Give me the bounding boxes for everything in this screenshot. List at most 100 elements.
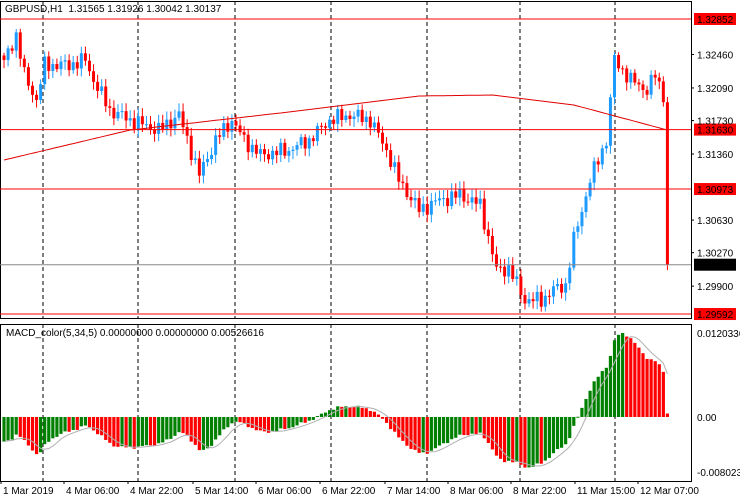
macd-histogram-bar (555, 417, 560, 450)
macd-histogram-bar (83, 417, 87, 426)
macd-histogram-bar (665, 413, 670, 417)
candle-body (580, 211, 584, 227)
candle-body (385, 143, 389, 151)
candle-body (645, 89, 649, 95)
candle-body (523, 295, 527, 304)
candle-body (242, 132, 246, 135)
macd-histogram-bar (87, 417, 92, 428)
candle-body (372, 122, 376, 128)
macd-histogram-bar (14, 417, 18, 435)
macd-histogram-bar (193, 417, 197, 445)
candle-body (10, 48, 14, 51)
macd-panel-frame (0, 324, 692, 482)
candle-body (79, 53, 83, 69)
macd-histogram-bar (226, 417, 230, 428)
macd-zero-label: 0.00 (697, 413, 717, 424)
candle-body (234, 120, 238, 126)
macd-histogram-bar (543, 417, 547, 461)
macd-histogram-bar (242, 417, 246, 423)
macd-histogram-bar (205, 417, 210, 449)
macd-histogram-bar (51, 417, 55, 439)
candle-body (515, 276, 519, 279)
macd-histogram-bar (649, 359, 653, 417)
candle-body (51, 64, 55, 71)
candle-body (238, 125, 242, 133)
macd-histogram-bar (360, 407, 364, 417)
candle-body (116, 111, 120, 119)
macd-histogram-bar (616, 334, 621, 417)
macd-histogram-bar (165, 417, 169, 440)
macd-histogram-bar (214, 417, 218, 440)
macd-histogram-bar (490, 417, 494, 450)
candle-body (291, 149, 295, 152)
candle-body (299, 137, 303, 146)
candle-body (405, 183, 409, 198)
macd-histogram-bar (559, 417, 564, 448)
macd-histogram-bar (612, 340, 617, 417)
candle-body (22, 58, 26, 68)
candle-body (100, 86, 104, 91)
candle-body (336, 109, 340, 124)
macd-histogram-bar (18, 417, 22, 437)
candle-body (401, 181, 405, 184)
time-axis-label: 8 Mar 22:00 (513, 486, 567, 497)
macd-histogram-bar (79, 417, 83, 427)
candle-body (132, 118, 136, 130)
candle-body (360, 109, 364, 123)
time-axis-label: 8 Mar 06:00 (450, 486, 504, 497)
macd-histogram-bar (238, 417, 242, 423)
level-price-label: 1.30973 (697, 185, 734, 196)
candle-body (173, 117, 177, 129)
candle-body (478, 198, 482, 204)
macd-histogram-bar (120, 417, 124, 447)
macd-histogram-bar (47, 417, 51, 442)
candle-body (490, 236, 494, 255)
candle-body (18, 32, 22, 59)
candle-body (140, 116, 144, 125)
macd-histogram-bar (152, 417, 157, 446)
candle-body (275, 150, 279, 156)
candle-body (14, 32, 18, 51)
candle-body (588, 182, 592, 197)
candle-body (499, 266, 503, 268)
candle-body (210, 154, 214, 160)
chart-canvas[interactable]: 1.328521.316301.309731.295921.301371.324… (0, 0, 740, 500)
macd-histogram-bar (59, 417, 63, 434)
candle-body (539, 291, 543, 307)
macd-histogram-bar (319, 413, 324, 417)
macd-histogram-bar (96, 417, 100, 435)
macd-histogram-bar (441, 417, 446, 444)
candle-body (226, 123, 230, 132)
candle-body (35, 94, 39, 100)
macd-histogram-bar (437, 417, 442, 446)
candle-body (30, 85, 34, 95)
macd-histogram-bar (185, 417, 189, 436)
candle-body (376, 122, 380, 133)
low-value: 1.30042 (146, 4, 183, 15)
candle-body (87, 60, 91, 72)
candle-body (551, 286, 555, 297)
candle-body (319, 125, 323, 127)
macd-histogram-bar (409, 417, 413, 449)
candle-body (181, 111, 185, 128)
candle-body (136, 116, 140, 130)
macd-histogram-bar (637, 347, 641, 417)
candle-body (271, 150, 275, 160)
macd-histogram-bar (633, 342, 637, 417)
candle-body (201, 162, 205, 176)
candle-body (413, 197, 417, 201)
moving-average-line (3, 94, 668, 161)
macd-histogram-bar (380, 417, 385, 419)
macd-histogram-bar (307, 417, 311, 421)
macd-histogram-bar (275, 417, 279, 432)
candle-body (556, 284, 560, 287)
candle-body (157, 122, 161, 134)
candle-body (189, 135, 193, 161)
trading-chart-window[interactable]: 1.32852 1.31630 1.30973 1.29592 1.30137 1.324… (0, 0, 740, 500)
macd-histogram-bar (645, 358, 649, 417)
macd-histogram-bar (474, 417, 478, 434)
candle-body (600, 148, 604, 165)
candle-body (633, 72, 637, 83)
candle-body (617, 55, 621, 69)
candle-body (393, 162, 397, 167)
